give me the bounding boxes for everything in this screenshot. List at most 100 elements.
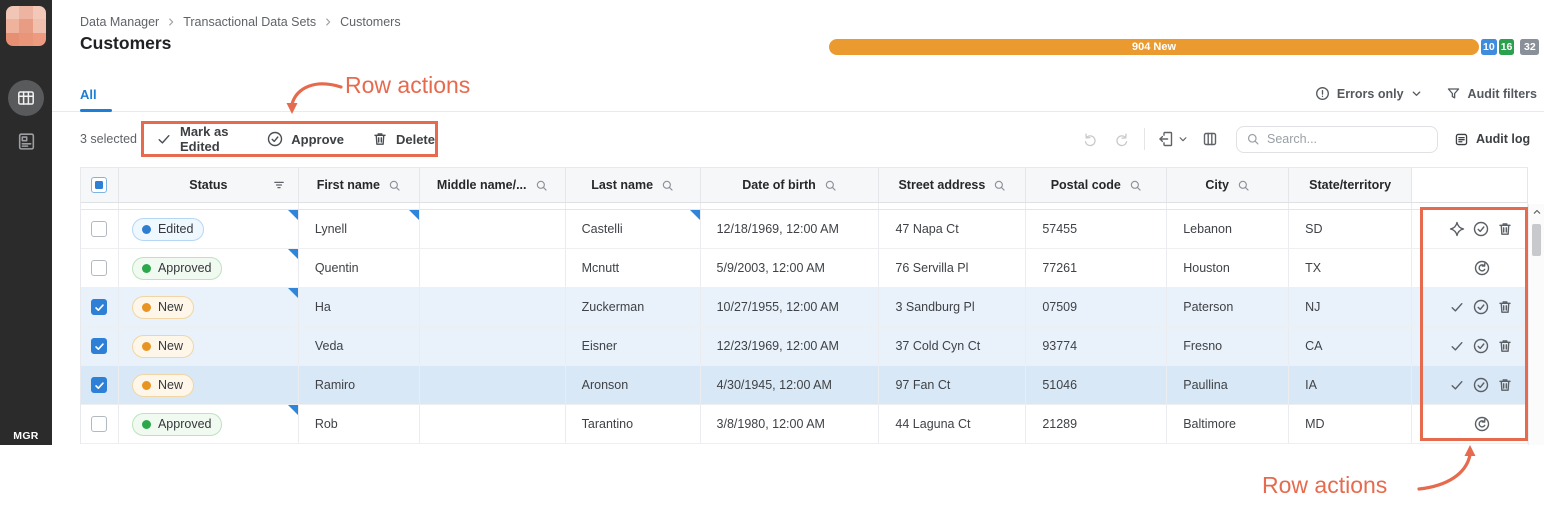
- row-checkbox[interactable]: [91, 221, 108, 237]
- search-icon[interactable]: [388, 179, 401, 192]
- undo-button[interactable]: [1082, 131, 1099, 148]
- filter-icon[interactable]: [272, 178, 286, 192]
- sidebar-item-forms[interactable]: [15, 130, 37, 152]
- sidebar: MGR: [0, 0, 52, 445]
- cell-value: TX: [1305, 261, 1322, 275]
- row-checkbox[interactable]: [91, 338, 108, 354]
- row-checkbox-cell: [81, 210, 119, 248]
- cell-value: 37 Cold Cyn Ct: [895, 339, 981, 353]
- status-cell: New: [119, 288, 299, 326]
- column-header-street[interactable]: Street address: [879, 168, 1027, 202]
- search-icon[interactable]: [535, 179, 548, 192]
- column-header-state[interactable]: State/territory: [1289, 168, 1413, 202]
- delete-row-action-icon[interactable]: [1497, 377, 1513, 393]
- column-header-first[interactable]: First name: [299, 168, 420, 202]
- mark-edited-row-action-icon[interactable]: [1449, 338, 1465, 354]
- status-label: New: [157, 339, 183, 353]
- search-icon[interactable]: [993, 179, 1006, 192]
- mark-edited-row-action-icon[interactable]: [1449, 377, 1465, 393]
- cell-value: Quentin: [314, 261, 359, 275]
- status-badge: New: [131, 295, 194, 319]
- search-input[interactable]: [1267, 132, 1429, 146]
- cell-value: 3/8/1980, 12:00 AM: [716, 417, 825, 431]
- dob-cell: 5/9/2003, 12:00 AM: [701, 249, 880, 287]
- delete-row-action-icon[interactable]: [1497, 299, 1513, 315]
- street-cell: 97 Fan Ct: [879, 366, 1027, 404]
- select-all-checkbox[interactable]: [91, 177, 108, 193]
- gap-cell: [1289, 203, 1413, 209]
- redo-button[interactable]: [1113, 131, 1130, 148]
- logo-grid-cell: [6, 6, 20, 20]
- export-button[interactable]: [1157, 130, 1175, 148]
- tab-all[interactable]: All: [80, 87, 97, 102]
- app-logo[interactable]: [6, 6, 46, 46]
- row-checkbox[interactable]: [91, 416, 108, 432]
- revert-row-action-icon[interactable]: [1474, 416, 1490, 432]
- delete-row-action-icon[interactable]: [1497, 221, 1513, 237]
- approve-row-action-icon[interactable]: [1473, 299, 1489, 315]
- city-cell: Paterson: [1167, 288, 1290, 326]
- table-toolbar: Audit log: [1076, 125, 1530, 153]
- status-dot: [141, 341, 151, 351]
- column-header-dob[interactable]: Date of birth: [701, 168, 880, 202]
- row-actions-cell: [1412, 249, 1529, 287]
- circle-check-icon: [267, 131, 283, 147]
- breadcrumb-item[interactable]: Transactional Data Sets: [183, 15, 316, 29]
- mark-as-edited-button[interactable]: Mark as Edited: [156, 124, 239, 154]
- approve-row-action-icon[interactable]: [1473, 221, 1489, 237]
- logo-grid-cell: [6, 32, 20, 46]
- approve-row-action-icon[interactable]: [1473, 377, 1489, 393]
- column-header-status[interactable]: Status: [119, 168, 299, 202]
- postal-cell: 77261: [1026, 249, 1168, 287]
- row-checkbox[interactable]: [91, 299, 108, 315]
- cell-value: Veda: [314, 339, 344, 353]
- approve-button[interactable]: Approve: [267, 131, 344, 147]
- cell-value: Ramiro: [314, 378, 356, 392]
- postal-cell: 93774: [1026, 327, 1168, 365]
- delete-row-action-icon[interactable]: [1497, 338, 1513, 354]
- logo-grid-cell: [32, 19, 46, 33]
- column-header-middle[interactable]: Middle name/...: [420, 168, 566, 202]
- row-checkbox-cell: [81, 327, 119, 365]
- column-label: Date of birth: [742, 178, 816, 192]
- cell-value: Lynell: [314, 222, 348, 236]
- row-checkbox[interactable]: [91, 260, 108, 276]
- row-checkbox[interactable]: [91, 377, 108, 393]
- city-cell: Houston: [1167, 249, 1290, 287]
- indeterminate-mark: [95, 181, 104, 189]
- export-chevron-down-icon[interactable]: [1178, 134, 1188, 144]
- audit-log-button[interactable]: Audit log: [1454, 132, 1530, 147]
- column-header-postal[interactable]: Postal code: [1026, 168, 1168, 202]
- state-cell: TX: [1289, 249, 1413, 287]
- logo-grid-cell: [19, 19, 33, 33]
- sidebar-item-data-sets[interactable]: [8, 80, 44, 116]
- scrollbar-thumb[interactable]: [1532, 224, 1541, 256]
- columns-button[interactable]: [1202, 131, 1218, 147]
- first-cell: Lynell: [299, 210, 420, 248]
- search-icon[interactable]: [1129, 179, 1142, 192]
- column-header-last[interactable]: Last name: [566, 168, 701, 202]
- audit-filters-button[interactable]: Audit filters: [1446, 86, 1537, 101]
- search-icon[interactable]: [824, 179, 837, 192]
- mark-edited-row-action-icon[interactable]: [1449, 299, 1465, 315]
- edited-cell-corner: [287, 210, 298, 220]
- breadcrumb-item[interactable]: Data Manager: [80, 15, 159, 29]
- column-header-city[interactable]: City: [1167, 168, 1290, 202]
- delete-button[interactable]: Delete: [372, 131, 435, 147]
- scroll-up-icon[interactable]: [1532, 207, 1542, 217]
- sparkle-row-action-icon[interactable]: [1449, 221, 1465, 237]
- error-circle-icon: [1315, 86, 1330, 101]
- column-label: Status: [189, 178, 228, 192]
- gap-cell: [566, 203, 701, 209]
- last-cell: Mcnutt: [566, 249, 701, 287]
- middle-cell: [420, 249, 566, 287]
- approve-row-action-icon[interactable]: [1473, 338, 1489, 354]
- revert-row-action-icon[interactable]: [1474, 260, 1490, 276]
- app-logo-text: MGR: [13, 430, 39, 442]
- cell-value: Fresno: [1183, 339, 1223, 353]
- first-cell: Ha: [299, 288, 420, 326]
- search-icon[interactable]: [1237, 179, 1250, 192]
- last-cell: Tarantino: [566, 405, 701, 443]
- search-icon[interactable]: [661, 179, 674, 192]
- errors-only-dropdown[interactable]: Errors only: [1315, 86, 1422, 101]
